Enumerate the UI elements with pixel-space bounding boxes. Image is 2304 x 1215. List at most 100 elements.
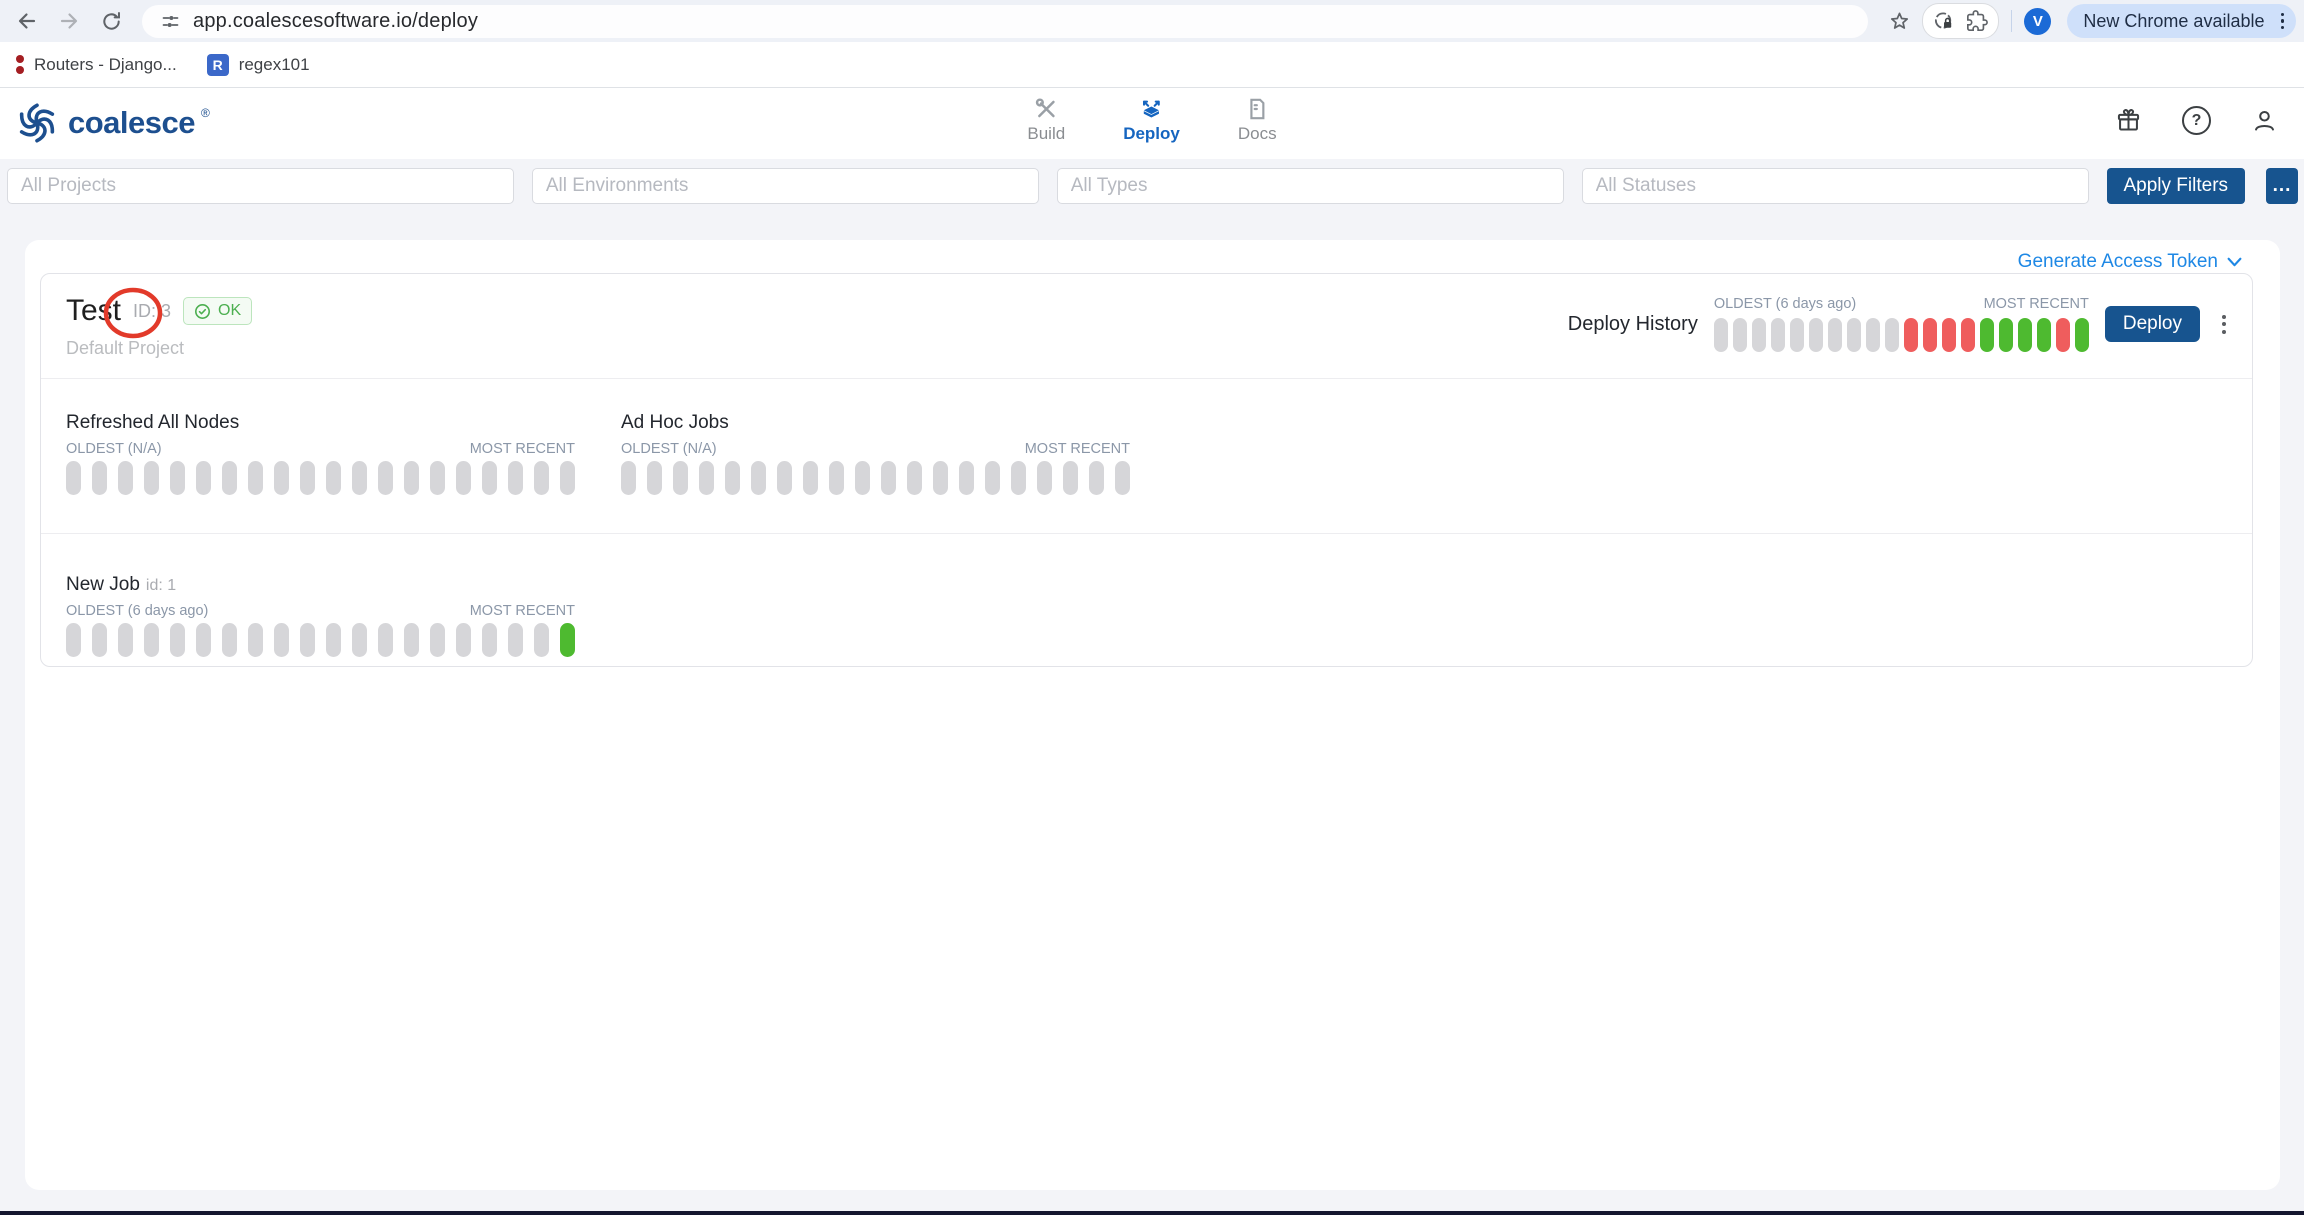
history-bar-empty bbox=[881, 461, 896, 495]
project-menu-icon[interactable] bbox=[2216, 309, 2232, 340]
history-bar-empty bbox=[1063, 461, 1078, 495]
docs-file-icon bbox=[1244, 96, 1270, 122]
forward-button[interactable] bbox=[50, 2, 88, 40]
deploy-button[interactable]: Deploy bbox=[2105, 306, 2200, 342]
history-bar-empty bbox=[326, 623, 341, 657]
history-bar-empty bbox=[1011, 461, 1026, 495]
project-title-block: Test ID: 3 OK Default Project bbox=[66, 294, 252, 359]
most-recent-label: MOST RECENT bbox=[470, 441, 575, 457]
history-bar-empty bbox=[170, 623, 185, 657]
history-bar-empty bbox=[534, 623, 549, 657]
history-bar-empty bbox=[222, 623, 237, 657]
history-bar-failed bbox=[1923, 318, 1937, 352]
extensions-capsule bbox=[1922, 3, 1999, 39]
brand-name: coalesce bbox=[68, 105, 195, 141]
bookmark-regex101[interactable]: R regex101 bbox=[207, 54, 310, 76]
account-person-icon[interactable] bbox=[2251, 107, 2278, 134]
most-recent-label: MOST RECENT bbox=[470, 603, 575, 619]
coalesce-swirl-icon bbox=[16, 102, 58, 144]
tab-build[interactable]: Build bbox=[1027, 96, 1065, 144]
history-bar-failed bbox=[1904, 318, 1918, 352]
history-bar-empty bbox=[66, 623, 81, 657]
history-bar-empty bbox=[621, 461, 636, 495]
history-bar-empty bbox=[1089, 461, 1104, 495]
history-bar-empty bbox=[1885, 318, 1899, 352]
deploy-history-label: Deploy History bbox=[1568, 313, 1698, 336]
history-bar-empty bbox=[1809, 318, 1823, 352]
history-bar-empty bbox=[1828, 318, 1842, 352]
more-filters-button[interactable]: ... bbox=[2266, 168, 2298, 204]
header-actions: ? bbox=[2115, 106, 2278, 135]
star-icon bbox=[1888, 10, 1911, 33]
gift-icon[interactable] bbox=[2115, 107, 2142, 134]
history-bar-empty bbox=[482, 461, 497, 495]
history-bar-failed bbox=[1961, 318, 1975, 352]
history-bar-empty bbox=[673, 461, 688, 495]
history-bar-empty bbox=[378, 461, 393, 495]
tab-deploy[interactable]: Deploy bbox=[1123, 96, 1180, 144]
bookmark-routers-django[interactable]: Routers - Django... bbox=[16, 55, 177, 75]
history-bar-empty bbox=[959, 461, 974, 495]
privacy-lock-icon[interactable] bbox=[1933, 10, 1956, 33]
site-settings-icon[interactable] bbox=[160, 11, 181, 32]
history-bar-empty bbox=[1752, 318, 1766, 352]
browser-menu-icon[interactable] bbox=[2277, 9, 2289, 34]
address-bar[interactable]: app.coalescesoftware.io/deploy bbox=[142, 5, 1868, 38]
history-bar-empty bbox=[1714, 318, 1728, 352]
back-arrow-icon bbox=[15, 9, 39, 33]
bookmarks-bar: Routers - Django... R regex101 bbox=[0, 42, 2304, 88]
history-bar-empty bbox=[829, 461, 844, 495]
apply-filters-button[interactable]: Apply Filters bbox=[2107, 168, 2246, 204]
filter-projects-input[interactable] bbox=[7, 168, 514, 204]
most-recent-label: MOST RECENT bbox=[1984, 296, 2089, 312]
back-button[interactable] bbox=[8, 2, 46, 40]
app-header: coalesce ® Build Deploy Docs ? bbox=[0, 88, 2304, 159]
update-chrome-label: New Chrome available bbox=[2083, 11, 2264, 32]
project-subtitle: Default Project bbox=[66, 338, 252, 359]
profile-avatar[interactable]: V bbox=[2024, 8, 2051, 35]
history-bar-empty bbox=[118, 623, 133, 657]
generate-access-token-link[interactable]: Generate Access Token bbox=[2018, 251, 2242, 273]
history-bar-empty bbox=[647, 461, 662, 495]
project-name: Test bbox=[66, 294, 121, 328]
history-bar-empty bbox=[725, 461, 740, 495]
history-bar-success bbox=[2018, 318, 2032, 352]
history-bar-empty bbox=[803, 461, 818, 495]
history-bar-success bbox=[560, 623, 575, 657]
filter-environments-input[interactable] bbox=[532, 168, 1039, 204]
history-bar-empty bbox=[352, 461, 367, 495]
history-bar-empty bbox=[66, 461, 81, 495]
history-bar-success bbox=[1999, 318, 2013, 352]
django-favicon bbox=[16, 55, 24, 74]
filter-statuses-input[interactable] bbox=[1582, 168, 2089, 204]
build-tools-icon bbox=[1033, 96, 1059, 122]
coalesce-logo[interactable]: coalesce ® bbox=[16, 102, 214, 144]
project-id: ID: 3 bbox=[133, 301, 171, 322]
oldest-label: OLDEST (N/A) bbox=[621, 441, 717, 457]
help-icon[interactable]: ? bbox=[2182, 106, 2211, 135]
history-bar-empty bbox=[300, 461, 315, 495]
project-card: Test ID: 3 OK Default Project Deploy His… bbox=[40, 273, 2253, 667]
history-bar-empty bbox=[404, 623, 419, 657]
update-chrome-button[interactable]: New Chrome available bbox=[2067, 4, 2296, 38]
history-bar-empty bbox=[144, 623, 159, 657]
history-bar-empty bbox=[92, 461, 107, 495]
reload-button[interactable] bbox=[92, 2, 130, 40]
history-bar-empty bbox=[118, 461, 133, 495]
extensions-puzzle-icon[interactable] bbox=[1966, 10, 1988, 32]
bookmark-label: Routers - Django... bbox=[34, 55, 177, 75]
filter-bar: Apply Filters ... bbox=[0, 159, 2304, 249]
history-bar-empty bbox=[1115, 461, 1130, 495]
history-bar-empty bbox=[907, 461, 922, 495]
history-bar-empty bbox=[196, 461, 211, 495]
filter-types-input[interactable] bbox=[1057, 168, 1564, 204]
tab-docs[interactable]: Docs bbox=[1238, 96, 1277, 144]
history-bar-empty bbox=[456, 461, 471, 495]
history-bar-empty bbox=[1847, 318, 1861, 352]
bookmark-label: regex101 bbox=[239, 55, 310, 75]
history-bar-empty bbox=[196, 623, 211, 657]
oldest-label: OLDEST (6 days ago) bbox=[66, 603, 208, 619]
history-bar-empty bbox=[933, 461, 948, 495]
job-history-bars bbox=[621, 461, 1130, 495]
bookmark-star-button[interactable] bbox=[1880, 2, 1918, 40]
